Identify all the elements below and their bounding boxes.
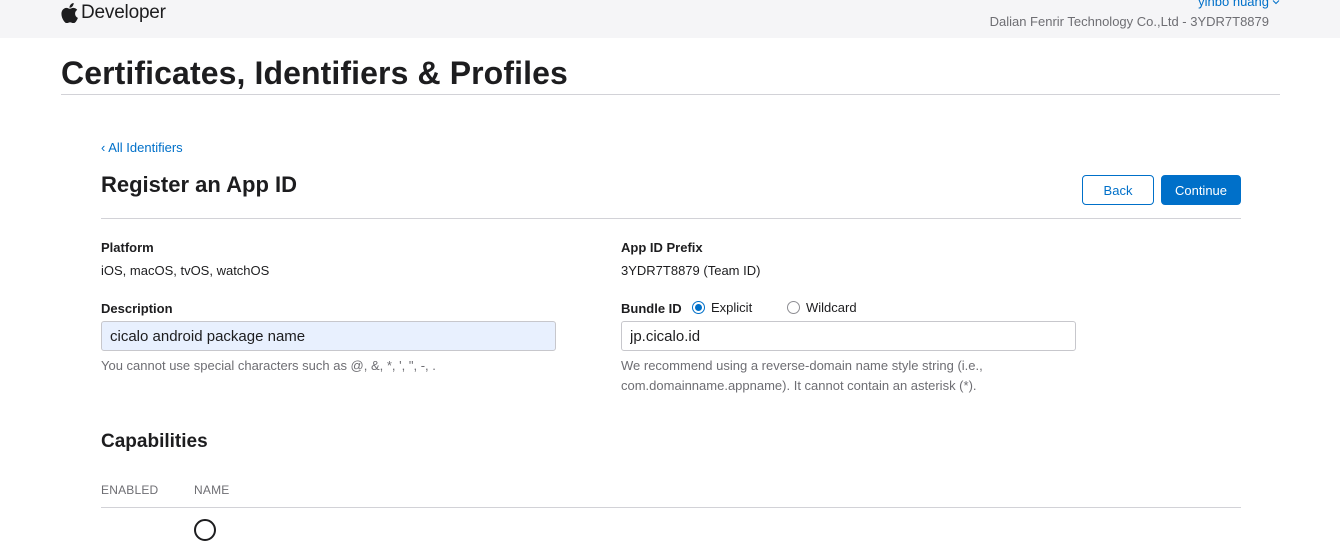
platform-label: Platform <box>101 240 154 255</box>
app-id-prefix-label: App ID Prefix <box>621 240 703 255</box>
continue-button[interactable]: Continue <box>1161 175 1241 205</box>
back-button[interactable]: Back <box>1082 175 1154 205</box>
explicit-label: Explicit <box>711 300 753 315</box>
bundle-id-help: We recommend using a reverse-domain name… <box>621 356 983 396</box>
description-label: Description <box>101 301 173 316</box>
app-id-prefix-value: 3YDR7T8879 (Team ID) <box>621 263 761 278</box>
platform-value: iOS, macOS, tvOS, watchOS <box>101 263 270 278</box>
all-identifiers-link[interactable]: ‹ All Identifiers <box>101 140 183 155</box>
radio-checked-icon <box>692 301 705 314</box>
bundle-id-help-line: com.domainname.appname). It cannot conta… <box>621 378 977 393</box>
description-help: You cannot use special characters such a… <box>101 358 436 373</box>
explicit-radio[interactable]: Explicit <box>692 300 752 315</box>
team-info: Dalian Fenrir Technology Co.,Ltd - 3YDR7… <box>989 14 1269 29</box>
radio-unchecked-icon <box>787 301 800 314</box>
column-header-name: NAME <box>194 483 230 497</box>
brand-name: Developer <box>81 2 166 23</box>
bundle-id-label: Bundle ID <box>621 301 682 316</box>
description-input[interactable] <box>101 321 556 351</box>
wildcard-radio[interactable]: Wildcard <box>787 300 857 315</box>
column-header-enabled: ENABLED <box>101 483 159 497</box>
bundle-id-help-line: We recommend using a reverse-domain name… <box>621 358 983 373</box>
form-title: Register an App ID <box>101 172 297 197</box>
account-menu[interactable]: yinbo huang <box>1198 0 1280 9</box>
divider <box>101 218 1241 219</box>
user-name: yinbo huang <box>1198 0 1269 9</box>
capability-icon <box>194 519 216 541</box>
divider <box>61 94 1280 95</box>
all-identifiers-label: All Identifiers <box>108 140 183 155</box>
apple-logo-icon <box>61 3 78 23</box>
developer-logo[interactable]: Developer <box>61 1 166 25</box>
wildcard-label: Wildcard <box>806 300 857 315</box>
chevron-down-icon <box>1272 0 1280 4</box>
capabilities-title: Capabilities <box>101 431 208 452</box>
bundle-id-input[interactable] <box>621 321 1076 351</box>
page-title: Certificates, Identifiers & Profiles <box>61 55 568 91</box>
divider <box>101 507 1241 508</box>
global-header: Developer yinbo huang Dalian Fenrir Tech… <box>0 0 1340 38</box>
